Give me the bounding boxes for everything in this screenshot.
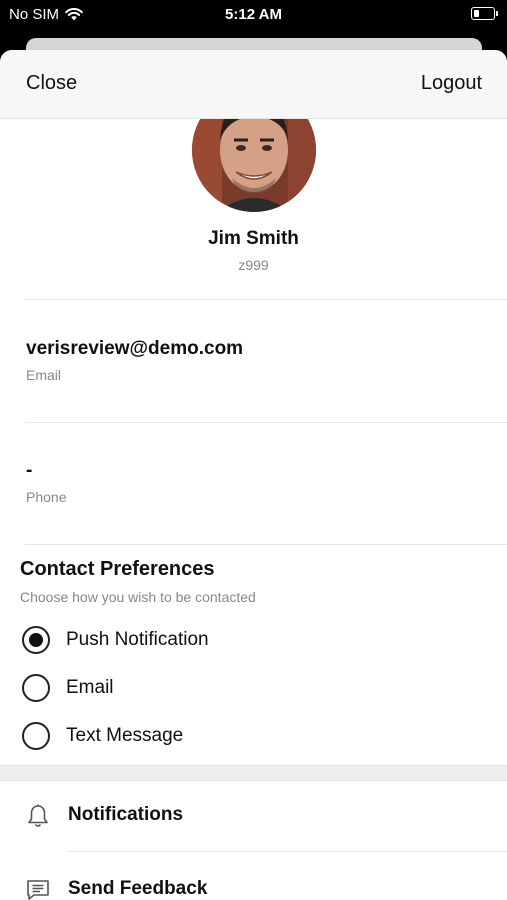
radio-button[interactable]: [22, 674, 50, 702]
message-icon: [27, 880, 49, 900]
profile-sheet: Close Logout Jim Smith z999 verisreview@…: [0, 50, 507, 900]
menu-item-notifications[interactable]: Notifications: [0, 786, 507, 846]
radio-email[interactable]: Email: [22, 672, 114, 704]
profile-name: Jim Smith: [208, 228, 299, 249]
phone-label: Phone: [26, 489, 67, 505]
sheet-header: Close Logout: [0, 50, 507, 119]
phone-value: -: [26, 460, 33, 481]
menu-item-send-feedback[interactable]: Send Feedback: [0, 860, 507, 900]
section-separator: [0, 765, 507, 781]
menu-item-label: Send Feedback: [68, 878, 208, 899]
contact-preferences-subtitle: Choose how you wish to be contacted: [20, 589, 256, 605]
divider: [68, 851, 507, 852]
email-value: verisreview@demo.com: [26, 338, 244, 359]
email-label: Email: [26, 367, 62, 383]
radio-label: Email: [66, 677, 114, 698]
close-button[interactable]: Close: [26, 72, 77, 95]
logout-button[interactable]: Logout: [421, 72, 482, 95]
divider: [25, 544, 507, 545]
radio-label: Text Message: [66, 725, 184, 746]
divider: [25, 422, 507, 423]
radio-button-selected[interactable]: [22, 626, 50, 654]
radio-text-message[interactable]: Text Message: [22, 720, 183, 752]
divider: [25, 299, 507, 300]
contact-preferences-title: Contact Preferences: [20, 558, 215, 580]
battery-icon: [471, 7, 498, 20]
status-time: 5:12 AM: [225, 6, 282, 23]
profile-user-id: z999: [238, 257, 269, 273]
radio-button[interactable]: [22, 722, 50, 750]
radio-label: Push Notification: [66, 629, 209, 650]
radio-push-notification[interactable]: Push Notification: [22, 624, 209, 656]
menu-item-label: Notifications: [68, 804, 184, 825]
status-bar: No SIM 5:12 AM: [0, 0, 507, 30]
bell-icon: [28, 804, 48, 827]
